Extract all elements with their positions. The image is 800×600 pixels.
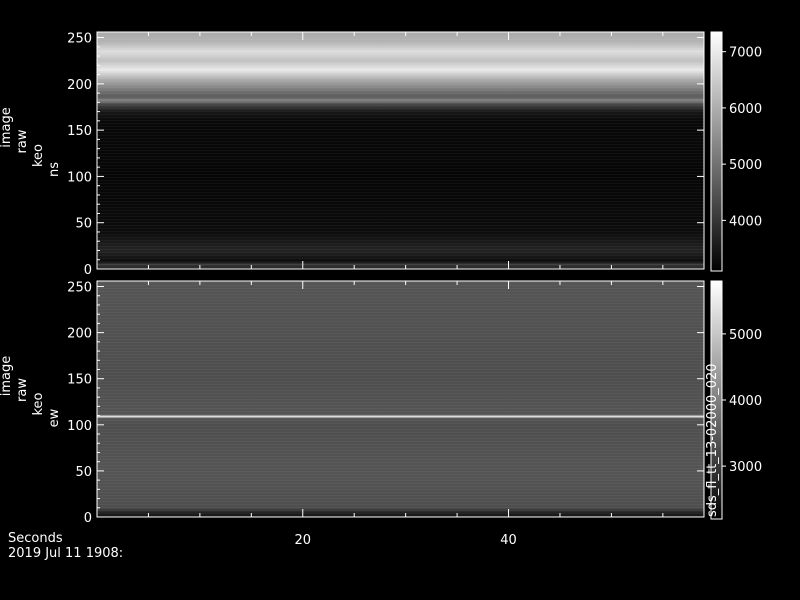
ylabel-line: ns bbox=[47, 162, 62, 177]
ytick-label: 0 bbox=[84, 263, 92, 278]
xtick-label: 20 bbox=[294, 533, 311, 548]
panel-ew: 0 50 100 150 200 250 image rawkeoew 3000 4000 50… bbox=[0, 280, 762, 526]
ytick-label: 100 bbox=[67, 419, 92, 434]
ylabel-line: ew bbox=[47, 408, 62, 427]
ytick-label: 150 bbox=[67, 373, 92, 388]
ns-colorbar bbox=[710, 31, 723, 272]
ytick-label: 100 bbox=[67, 170, 92, 185]
ytick-label: 150 bbox=[67, 124, 92, 139]
xaxis-label: Seconds bbox=[8, 531, 63, 546]
xtick-label: 40 bbox=[500, 533, 517, 548]
ytick-label: 250 bbox=[67, 281, 92, 296]
ew-heatmap-texture bbox=[97, 281, 704, 517]
ytick-label: 50 bbox=[75, 217, 92, 232]
colorbar-tick-label: 4000 bbox=[729, 394, 762, 409]
ns-heatmap-texture bbox=[97, 32, 704, 269]
ytick-label: 250 bbox=[67, 32, 92, 47]
ylabel-line: keo bbox=[31, 144, 46, 167]
ylabel-line: raw bbox=[15, 129, 30, 153]
colorbar-tick-label: 3000 bbox=[729, 460, 762, 475]
colorbar-tick-label: 7000 bbox=[729, 46, 762, 61]
ylabel-line: keo bbox=[31, 392, 46, 415]
ew-colorbar-annotation: sds_fl_tt_13-02000_020 bbox=[705, 363, 720, 517]
ytick-label: 200 bbox=[67, 327, 92, 342]
footer-date: 2019 Jul 11 1908: bbox=[8, 546, 124, 561]
ns-ylabel: image rawkeons bbox=[0, 107, 62, 177]
ew-colorbar-ticks: 3000 4000 5000 bbox=[722, 328, 762, 475]
panel-ns: 0 50 100 150 200 250 image rawkeons 4000 5000 60… bbox=[0, 31, 762, 278]
ns-colorbar-ticks: 4000 5000 6000 7000 bbox=[722, 46, 762, 229]
colorbar-tick-label: 6000 bbox=[729, 102, 762, 117]
ew-ylabel: image rawkeoew bbox=[0, 356, 62, 428]
ylabel-line: image bbox=[0, 107, 14, 148]
colorbar-tick-label: 5000 bbox=[729, 328, 762, 343]
colorbar-tick-label: 4000 bbox=[729, 214, 762, 229]
ytick-label: 50 bbox=[75, 465, 92, 480]
ytick-label: 200 bbox=[67, 78, 92, 93]
keogram-figure: 050100150200250 image rawkeons 4000500060… bbox=[0, 31, 762, 548]
ylabel-line: raw bbox=[15, 378, 30, 402]
xaxis-tick-labels: 20 40 bbox=[294, 533, 516, 548]
ylabel-line: image bbox=[0, 356, 14, 397]
colorbar-tick-label: 5000 bbox=[729, 158, 762, 173]
ytick-label: 0 bbox=[84, 511, 92, 526]
